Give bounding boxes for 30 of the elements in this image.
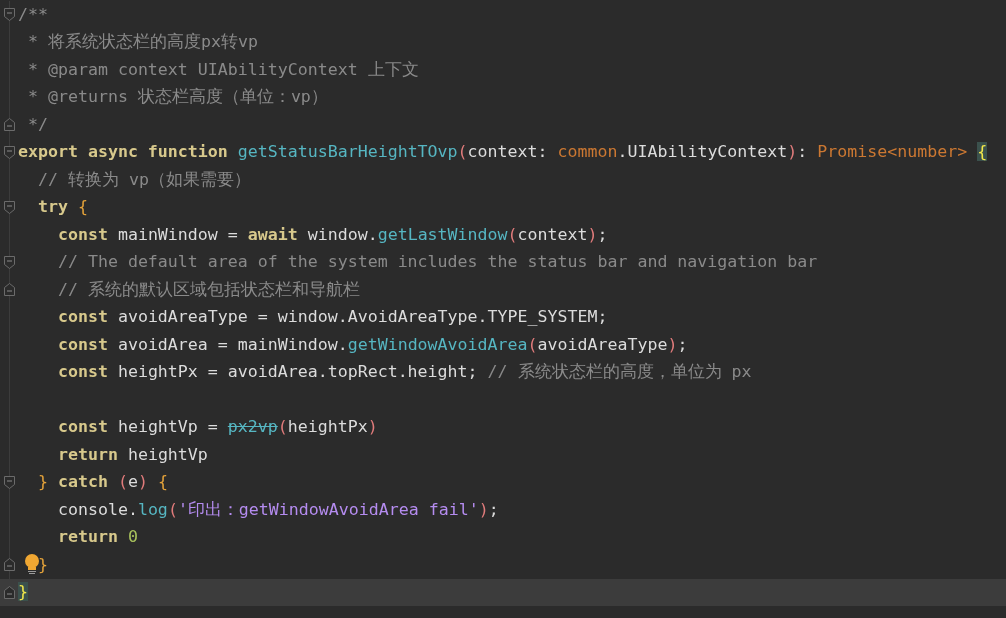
code-line: const avoidAreaType = window.AvoidAreaType.TYPE_SYSTEM; xyxy=(56,306,608,329)
code-line: const avoidArea = mainWindow.getWindowAvoidArea(avoidAreaType); xyxy=(56,333,688,356)
fold-icon[interactable] xyxy=(3,585,15,599)
fold-icon[interactable] xyxy=(3,200,15,214)
code-line: console.log('印出：getWindowAvoidArea fail'); xyxy=(56,498,499,521)
code-line: // 系统的默认区域包括状态栏和导航栏 xyxy=(56,278,360,301)
code-line: // The default area of the system includes the status bar and navigation bar xyxy=(56,251,818,274)
code-line: * 将系统状态栏的高度px转vp xyxy=(27,31,258,54)
code-line: try { xyxy=(36,196,88,219)
code-line: } catch (e) { xyxy=(36,471,168,494)
code-line: const heightPx = avoidArea.topRect.height; // 系统状态栏的高度，单位为 px xyxy=(56,361,752,384)
fold-icon[interactable] xyxy=(3,255,15,269)
lightbulb-icon[interactable] xyxy=(24,553,40,576)
code-line: const heightVp = px2vp(heightPx) xyxy=(56,416,378,439)
code-line: const mainWindow = await window.getLastWindow(context); xyxy=(56,223,608,246)
fold-icon[interactable] xyxy=(3,283,15,297)
code-line: * @param context UIAbilityContext 上下文 xyxy=(27,58,419,81)
code-line: /** xyxy=(18,3,48,26)
code-line: * @returns 状态栏高度（单位：vp） xyxy=(27,86,328,109)
code-line: return heightVp xyxy=(56,443,208,466)
code-line: return 0 xyxy=(56,526,138,549)
fold-icon[interactable] xyxy=(3,118,15,132)
code-line: // 转换为 vp（如果需要） xyxy=(36,168,251,191)
fold-icon[interactable] xyxy=(3,8,15,22)
code-line: } xyxy=(38,553,48,576)
fold-icon[interactable] xyxy=(3,475,15,489)
code-line: export async function getStatusBarHeightTOvp(context: common.UIAbilityContext): Promise<number> { xyxy=(18,141,988,164)
code-line: */ xyxy=(27,113,48,136)
fold-icon[interactable] xyxy=(3,558,15,572)
fold-icon[interactable] xyxy=(3,145,15,159)
